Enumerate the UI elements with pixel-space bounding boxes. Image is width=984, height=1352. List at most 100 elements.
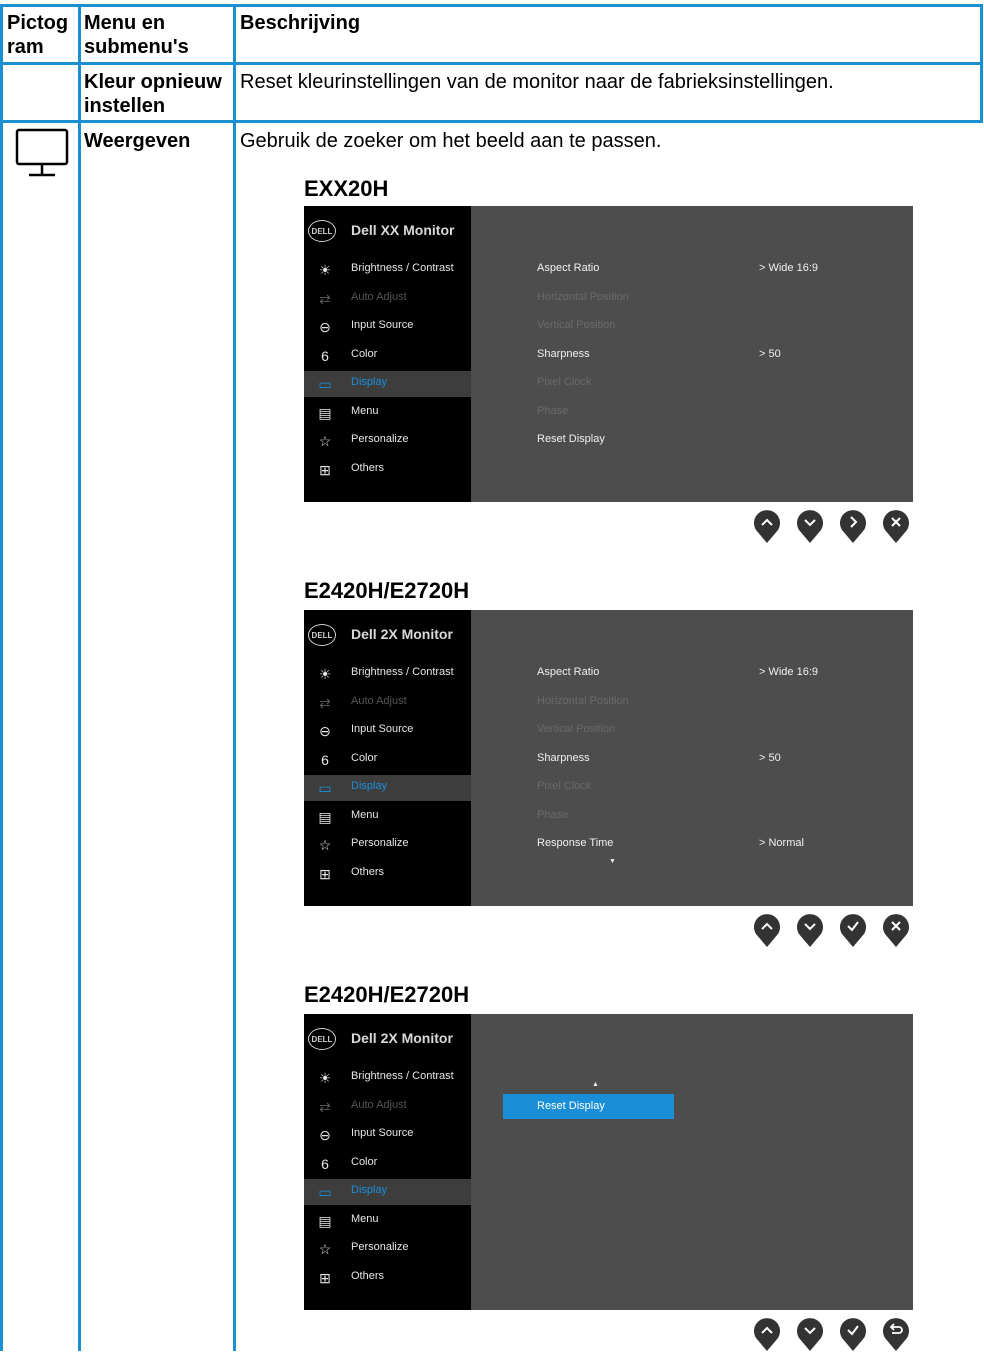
- osd-option-label: Reset Display: [537, 1100, 605, 1112]
- osd-menu-item-personalize[interactable]: ☆ Personalize: [304, 428, 471, 454]
- table-border-top: [0, 4, 983, 7]
- osd-title: Dell 2X Monitor: [351, 626, 453, 642]
- osd-option-reset-display[interactable]: Reset Display: [503, 1094, 674, 1119]
- osd-menu-label: Input Source: [351, 319, 414, 331]
- scroll-down-indicator: ▼: [609, 858, 616, 865]
- osd-menu-label: Menu: [351, 1212, 379, 1225]
- up-icon[interactable]: [753, 1316, 781, 1352]
- check-icon[interactable]: [839, 912, 867, 948]
- osd-menu-item-personalize[interactable]: ☆ Personalize: [304, 832, 471, 858]
- osd-menu-label: Others: [351, 865, 385, 878]
- model-title: E2420H/E2720H: [304, 578, 470, 603]
- osd-menu-label: Color: [351, 751, 378, 764]
- osd-menu-label: Display: [351, 1184, 388, 1196]
- osd-menu-item-others[interactable]: ⊞ Others: [304, 457, 471, 483]
- table-border-row2: [0, 120, 983, 123]
- color-icon: 6: [321, 1155, 329, 1172]
- osd-option-horizontal-position: Horizontal Position: [537, 290, 629, 303]
- osd-menu-label: Display: [351, 376, 388, 388]
- close-icon[interactable]: [882, 508, 910, 544]
- menu-icon: ▤: [318, 808, 332, 825]
- osd-option-phase: Phase: [537, 808, 569, 821]
- osd-title: Dell XX Monitor: [351, 222, 455, 238]
- osd-menu-label: Display: [351, 780, 388, 792]
- osd-option-horizontal-position: Horizontal Position: [537, 694, 629, 707]
- osd-menu-item-personalize[interactable]: ☆ Personalize: [304, 1236, 471, 1262]
- color-icon: 6: [321, 751, 329, 768]
- osd-menu-label: Personalize: [351, 837, 409, 849]
- display-icon: ▭: [318, 1184, 332, 1200]
- auto-adjust-icon: ⇄: [319, 290, 331, 307]
- row2-menu: Weergeven: [84, 130, 191, 152]
- menu-icon: ▤: [318, 404, 332, 421]
- osd-menu-item-display[interactable]: ▭ Display: [304, 775, 471, 801]
- down-icon[interactable]: [796, 912, 824, 948]
- down-icon[interactable]: [796, 508, 824, 544]
- osd-option-aspect-ratio[interactable]: Aspect Ratio: [537, 262, 599, 274]
- input-source-icon: ⊖: [319, 319, 331, 335]
- osd-menu-item-menu[interactable]: ▤ Menu: [304, 1208, 471, 1234]
- right-icon[interactable]: [839, 508, 867, 544]
- osd-menu-item-brightness-contrast[interactable]: ☀ Brightness / Contrast: [304, 1065, 471, 1091]
- osd-menu-item-input-source[interactable]: ⊖ Input Source: [304, 1122, 471, 1148]
- check-icon[interactable]: [839, 1316, 867, 1352]
- osd-menu-item-auto-adjust[interactable]: ⇄ Auto Adjust: [304, 286, 471, 312]
- osd-option-aspect-ratio[interactable]: Aspect Ratio: [537, 666, 599, 678]
- others-icon: ⊞: [319, 1269, 331, 1286]
- others-icon: ⊞: [319, 461, 331, 478]
- osd-option-value: > 50: [759, 751, 781, 764]
- table-border-col1: [78, 4, 81, 1351]
- osd-menu-item-auto-adjust[interactable]: ⇄ Auto Adjust: [304, 1094, 471, 1120]
- osd-menu-item-menu[interactable]: ▤ Menu: [304, 400, 471, 426]
- back-icon[interactable]: [882, 1316, 910, 1352]
- input-source-icon: ⊖: [319, 723, 331, 739]
- osd-menu-item-auto-adjust[interactable]: ⇄ Auto Adjust: [304, 690, 471, 716]
- osd-option-value: > Wide 16:9: [759, 262, 819, 274]
- model-title: E2420H/E2720H: [304, 982, 470, 1007]
- osd-menu-label: Others: [351, 461, 385, 474]
- header-desc-col: Beschrijving: [240, 12, 361, 34]
- table-border-row1: [0, 62, 983, 65]
- osd-menu-column: DELL Dell 2X Monitor ☀ Brightness / Contras…: [304, 610, 471, 906]
- osd-menu-item-menu[interactable]: ▤ Menu: [304, 804, 471, 830]
- osd-menu-label: Brightness / Contrast: [351, 262, 454, 274]
- others-icon: ⊞: [319, 865, 331, 882]
- monitor-icon: [15, 128, 69, 180]
- osd-menu-item-input-source[interactable]: ⊖ Input Source: [304, 718, 471, 744]
- osd-menu-item-others[interactable]: ⊞ Others: [304, 861, 471, 887]
- osd-menu-item-display[interactable]: ▭ Display: [304, 371, 471, 397]
- osd-menu-item-display[interactable]: ▭ Display: [304, 1179, 471, 1205]
- osd-menu-label: Auto Adjust: [351, 694, 407, 707]
- menu-icon: ▤: [318, 1212, 332, 1229]
- up-icon[interactable]: [753, 912, 781, 948]
- osd-menu-item-color[interactable]: 6 Color: [304, 1151, 471, 1177]
- up-icon[interactable]: [753, 508, 781, 544]
- osd-menu-item-color[interactable]: 6 Color: [304, 747, 471, 773]
- osd-menu-item-brightness-contrast[interactable]: ☀ Brightness / Contrast: [304, 257, 471, 283]
- osd-menu-item-input-source[interactable]: ⊖ Input Source: [304, 314, 471, 340]
- osd-option-response-time[interactable]: Response Time: [537, 837, 613, 849]
- osd-menu-label: Personalize: [351, 433, 409, 445]
- star-icon: ☆: [318, 1241, 332, 1257]
- input-source-icon: ⊖: [319, 1127, 331, 1143]
- osd-option-reset-display[interactable]: Reset Display: [537, 433, 605, 445]
- close-icon[interactable]: [882, 912, 910, 948]
- osd-option-pixel-clock: Pixel Clock: [537, 376, 592, 388]
- brightness-icon: ☀: [318, 262, 332, 278]
- osd-menu-label: Menu: [351, 808, 379, 821]
- osd-menu-label: Auto Adjust: [351, 1098, 407, 1111]
- osd-menu-item-color[interactable]: 6 Color: [304, 343, 471, 369]
- brightness-icon: ☀: [318, 666, 332, 682]
- osd-option-sharpness[interactable]: Sharpness: [537, 752, 590, 764]
- down-icon[interactable]: [796, 1316, 824, 1352]
- osd-menu-item-brightness-contrast[interactable]: ☀ Brightness / Contrast: [304, 661, 471, 687]
- model-title: EXX20H: [304, 176, 389, 201]
- osd-menu-column: DELL Dell 2X Monitor ☀ Brightness / Contras…: [304, 1014, 471, 1310]
- osd-option-sharpness[interactable]: Sharpness: [537, 348, 590, 360]
- osd-menu-item-others[interactable]: ⊞ Others: [304, 1265, 471, 1291]
- document-page: Pictog ram Menu en submenu's Beschrijvin…: [0, 0, 984, 1351]
- brightness-icon: ☀: [318, 1070, 332, 1086]
- osd-menu-label: Color: [351, 1155, 378, 1168]
- osd-menu-label: Others: [351, 1269, 385, 1282]
- star-icon: ☆: [318, 433, 332, 449]
